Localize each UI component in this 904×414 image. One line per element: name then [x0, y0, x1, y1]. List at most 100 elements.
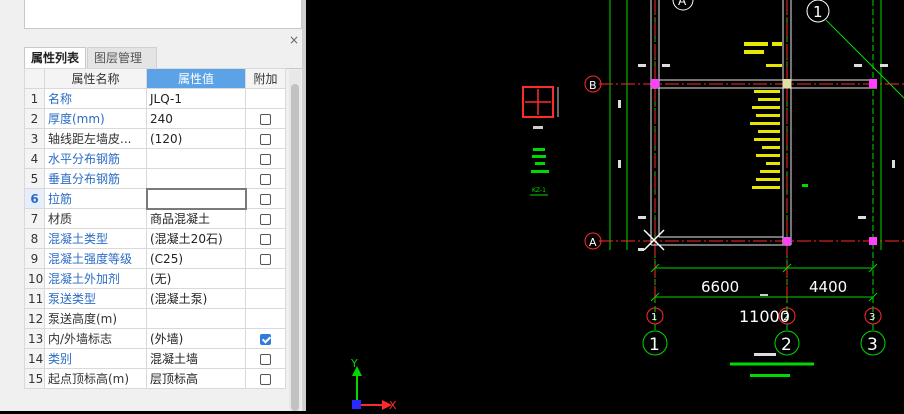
row-index: 12	[24, 308, 45, 329]
header-property-name[interactable]: 属性名称	[44, 68, 147, 89]
row-index: 1	[24, 88, 45, 109]
column-detail-dim-text	[533, 126, 543, 129]
scrollbar-thumb[interactable]	[291, 84, 299, 411]
property-name: 泵送类型	[44, 288, 147, 309]
property-name: 材质	[44, 208, 147, 229]
property-value[interactable]: (混凝土泵)	[146, 288, 246, 309]
property-value[interactable]: 240	[146, 108, 246, 129]
vertical-scrollbar[interactable]	[289, 70, 301, 411]
property-name: 厚度(mm)	[44, 108, 147, 129]
drawing-title-text	[754, 353, 776, 356]
extra-cell	[245, 268, 286, 289]
extra-checkbox[interactable]	[260, 333, 271, 345]
top-blank-panel	[24, 0, 302, 29]
extra-checkbox[interactable]	[260, 173, 271, 185]
extra-checkbox[interactable]	[260, 133, 271, 145]
table-row[interactable]: 7 材质 商品混凝土	[24, 208, 286, 229]
axis-label-1: 1	[649, 335, 660, 355]
table-row[interactable]: 5 垂直分布钢筋	[24, 168, 286, 189]
property-value[interactable]	[145, 187, 247, 210]
ucs-y-label: Y	[350, 357, 358, 370]
extra-cell	[245, 208, 286, 229]
table-row[interactable]: 2 厚度(mm) 240	[24, 108, 286, 129]
property-name: 起点顶标高(m)	[44, 368, 147, 389]
extra-checkbox[interactable]	[260, 233, 271, 245]
extra-cell	[245, 368, 286, 389]
table-row[interactable]: 9 混凝土强度等级 (C25)	[24, 248, 286, 269]
extra-cell	[245, 248, 286, 269]
property-name: 混凝土类型	[44, 228, 147, 249]
extra-cell	[245, 88, 286, 109]
extra-cell	[245, 148, 286, 169]
property-name: 垂直分布钢筋	[44, 168, 147, 189]
row-index: 2	[24, 108, 45, 129]
table-row[interactable]: 15 起点顶标高(m) 层顶标高	[24, 368, 286, 389]
table-row[interactable]: 4 水平分布钢筋	[24, 148, 286, 169]
table-row[interactable]: 1 名称 JLQ-1	[24, 88, 286, 109]
property-value[interactable]: (混凝土20石)	[146, 228, 246, 249]
property-value[interactable]: 层顶标高	[146, 368, 246, 389]
cad-drawing-canvas[interactable]: A 1 B A KZ-1 6600 4400 11000 1 2 3 1 2 3…	[306, 0, 904, 412]
property-value[interactable]	[146, 148, 246, 169]
header-extra[interactable]: 附加	[245, 68, 286, 89]
extra-cell	[245, 288, 286, 309]
extra-checkbox[interactable]	[260, 253, 271, 265]
row-index: 14	[24, 348, 45, 369]
extra-checkbox[interactable]	[260, 213, 271, 225]
row-index: 8	[24, 228, 45, 249]
ucs-x-label: X	[389, 399, 397, 411]
property-name: 内/外墙标志	[44, 328, 147, 349]
row-index: 11	[24, 288, 45, 309]
property-value[interactable]	[146, 308, 246, 329]
extra-cell	[245, 228, 286, 249]
table-row[interactable]: 13 内/外墙标志 (外墙)	[24, 328, 286, 349]
extra-checkbox[interactable]	[260, 353, 271, 365]
close-icon[interactable]: ×	[287, 33, 301, 47]
axis-label-small-1: 1	[651, 312, 657, 323]
row-index: 9	[24, 248, 45, 269]
extra-checkbox[interactable]	[260, 153, 271, 165]
extra-cell	[245, 108, 286, 129]
property-panel: × 属性列表 图层管理 属性名称 属性值 附加 1 名称 JLQ-1 2 厚度(mm) 2…	[0, 0, 306, 411]
row-index: 10	[24, 268, 45, 289]
row-index: 5	[24, 168, 45, 189]
table-row[interactable]: 8 混凝土类型 (混凝土20石)	[24, 228, 286, 249]
leader-line	[825, 19, 904, 99]
dim-small-text	[760, 294, 768, 296]
extra-checkbox[interactable]	[260, 193, 272, 205]
property-table: 属性名称 属性值 附加 1 名称 JLQ-1 2 厚度(mm) 240 3 轴线距左墙皮...…	[24, 68, 286, 389]
tab-layer-manager[interactable]: 图层管理	[87, 47, 157, 68]
tab-property-list[interactable]: 属性列表	[24, 47, 86, 68]
extra-cell	[245, 308, 286, 329]
property-value[interactable]: (C25)	[146, 248, 246, 269]
header-property-value[interactable]: 属性值	[146, 68, 246, 89]
table-row[interactable]: 12 泵送高度(m)	[24, 308, 286, 329]
table-row[interactable]: 3 轴线距左墙皮... (120)	[24, 128, 286, 149]
column-marker	[783, 237, 791, 245]
property-value[interactable]: (无)	[146, 268, 246, 289]
property-value[interactable]: JLQ-1	[146, 88, 246, 109]
property-value[interactable]: 混凝土墙	[146, 348, 246, 369]
extra-checkbox[interactable]	[260, 373, 271, 385]
property-value[interactable]: (120)	[146, 128, 246, 149]
column-marker	[869, 79, 877, 88]
row-index: 13	[24, 328, 45, 349]
table-row[interactable]: 14 类别 混凝土墙	[24, 348, 286, 369]
property-value[interactable]	[146, 168, 246, 189]
axis-label-small-2: 2	[783, 312, 789, 323]
axis-label-b: B	[589, 79, 597, 92]
extra-checkbox[interactable]	[260, 113, 271, 125]
property-value[interactable]: 商品混凝土	[146, 208, 246, 229]
table-row[interactable]: 10 混凝土外加剂 (无)	[24, 268, 286, 289]
column-detail-notes	[531, 148, 549, 173]
row-index: 7	[24, 208, 45, 229]
axis-label-2: 2	[781, 335, 792, 355]
extra-cell	[245, 188, 286, 209]
table-row[interactable]: 11 泵送类型 (混凝土泵)	[24, 288, 286, 309]
property-value[interactable]: (外墙)	[146, 328, 246, 349]
property-name: 轴线距左墙皮...	[44, 128, 147, 149]
property-name: 混凝土外加剂	[44, 268, 147, 289]
property-name: 拉筋	[44, 188, 147, 209]
table-row[interactable]: 6 拉筋	[24, 187, 286, 210]
extra-cell	[245, 348, 286, 369]
